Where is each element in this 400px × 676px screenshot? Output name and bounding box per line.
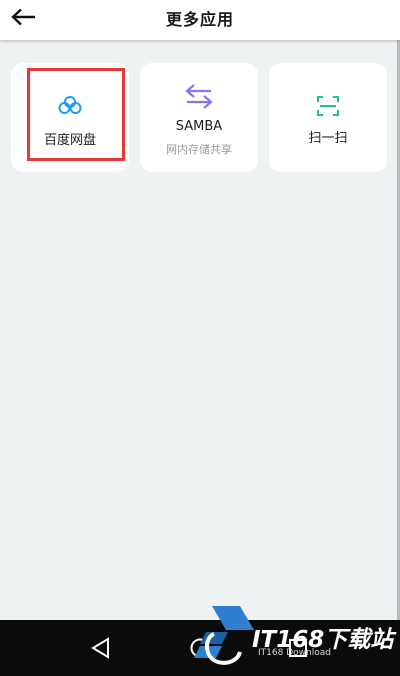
highlight-box <box>27 68 125 161</box>
page-title: 更多应用 <box>165 10 234 29</box>
transfer-arrows-icon <box>140 83 258 109</box>
app-label: SAMBA <box>175 119 223 134</box>
watermark-subtext: IT168 Download <box>258 648 331 658</box>
app-sublabel: 网内存储共享 <box>166 143 232 156</box>
nav-back-button[interactable] <box>88 634 116 662</box>
app-label: 扫一扫 <box>308 131 348 146</box>
app-card-samba[interactable]: SAMBA 网内存储共享 <box>140 63 258 172</box>
watermark-logo-icon <box>194 606 254 665</box>
triangle-back-icon <box>91 637 109 659</box>
app-card-scan[interactable]: 扫一扫 <box>269 63 387 172</box>
app-header: 更多应用 <box>0 0 400 40</box>
scan-icon <box>269 95 387 117</box>
watermark: IT168下载站 IT168 Download <box>194 604 394 670</box>
